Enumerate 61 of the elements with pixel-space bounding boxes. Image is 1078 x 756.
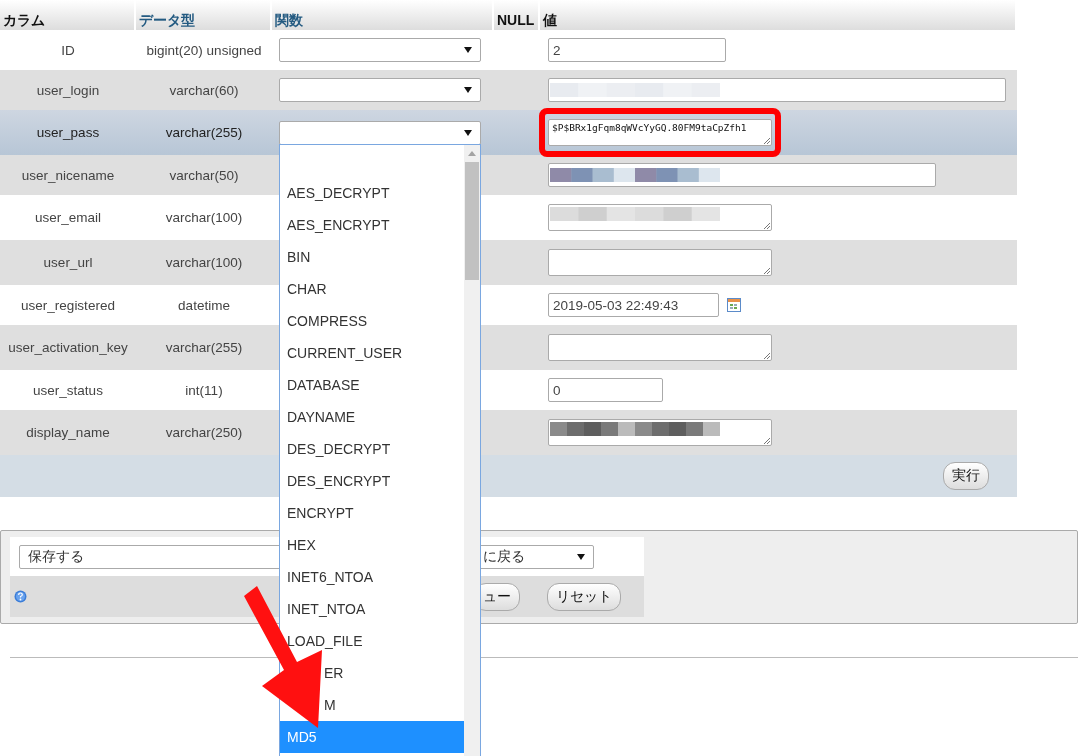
reset-button[interactable]: リセット [547, 582, 621, 611]
dropdown-option[interactable]: LOAD_FILE [287, 632, 363, 650]
data-type: varchar(250) [164, 425, 244, 440]
column-name: ID [60, 42, 76, 58]
function-select[interactable] [279, 38, 481, 62]
data-type: varchar(100) [164, 255, 244, 270]
column-name: user_status [32, 382, 104, 398]
date-field[interactable]: 2019-05-03 22:49:43 [548, 293, 719, 317]
column-name: user_email [34, 210, 102, 225]
dropdown-option[interactable]: BIN [287, 248, 311, 266]
column-name: user_login [35, 82, 101, 98]
dropdown-option[interactable]: COMPRESS [287, 312, 368, 330]
column-name: user_url [42, 255, 94, 270]
data-type: varchar(100) [164, 210, 244, 225]
caret-icon [464, 87, 472, 93]
column-name: display_name [25, 425, 111, 440]
function-select[interactable] [279, 78, 481, 102]
submit-button[interactable]: 実行 [943, 462, 989, 490]
dropdown-option[interactable]: ER [324, 664, 344, 682]
caret-icon [577, 553, 585, 560]
calendar-icon[interactable] [727, 298, 741, 312]
data-type: varchar(255) [164, 340, 244, 355]
dropdown-option[interactable]: ENCRYPT [287, 504, 354, 522]
data-type: bigint(20) unsigned [145, 42, 263, 58]
scrollbar[interactable] [464, 145, 480, 756]
caret-icon [464, 47, 472, 53]
dropdown-option[interactable]: M [324, 696, 336, 714]
dropdown-option[interactable]: DATABASE [287, 376, 360, 394]
value-field[interactable] [548, 163, 936, 187]
dropdown-option[interactable]: INET6_NTOA [287, 568, 374, 586]
column-name: user_nicename [20, 167, 116, 183]
help-icon[interactable] [14, 590, 27, 603]
data-type: datetime [177, 297, 231, 313]
dropdown-option[interactable]: DES_DECRYPT [287, 440, 391, 458]
value-field[interactable]: 0 [548, 378, 663, 402]
column-name: user_registered [20, 297, 116, 313]
column-name: user_activation_key [7, 340, 129, 355]
value-field[interactable]: 2 [548, 38, 726, 62]
dropdown-option[interactable]: CHAR [287, 280, 327, 298]
dropdown-option[interactable]: DES_ENCRYPT [287, 472, 391, 490]
caret-icon [464, 129, 472, 136]
dropdown-option[interactable]: CURRENT_USER [287, 344, 403, 362]
data-type: int(11) [184, 382, 224, 398]
scrollbar-thumb[interactable] [465, 162, 479, 280]
data-type: varchar(255) [164, 125, 244, 140]
function-select[interactable] [279, 120, 481, 145]
dropdown-option[interactable]: INET_NTOA [287, 600, 366, 618]
dropdown-option[interactable]: AES_DECRYPT [287, 184, 390, 202]
dropdown-option[interactable]: AES_ENCRYPT [287, 216, 390, 234]
value-textarea[interactable] [548, 419, 772, 446]
resize-grip-icon [763, 137, 770, 144]
dropdown-option[interactable]: DAYNAME [287, 408, 356, 426]
column-name: user_pass [35, 125, 101, 140]
data-type: varchar(60) [168, 82, 240, 98]
resize-grip-icon [763, 352, 770, 359]
resize-grip-icon [763, 267, 770, 274]
value-textarea[interactable]: $P$BRx1gFqm8qWVcYyGQ.80FM9taCpZfh1 [548, 119, 772, 146]
value-field[interactable] [548, 78, 1006, 102]
resize-grip-icon [763, 222, 770, 229]
data-type: varchar(50) [168, 167, 240, 183]
resize-grip-icon [763, 437, 770, 444]
